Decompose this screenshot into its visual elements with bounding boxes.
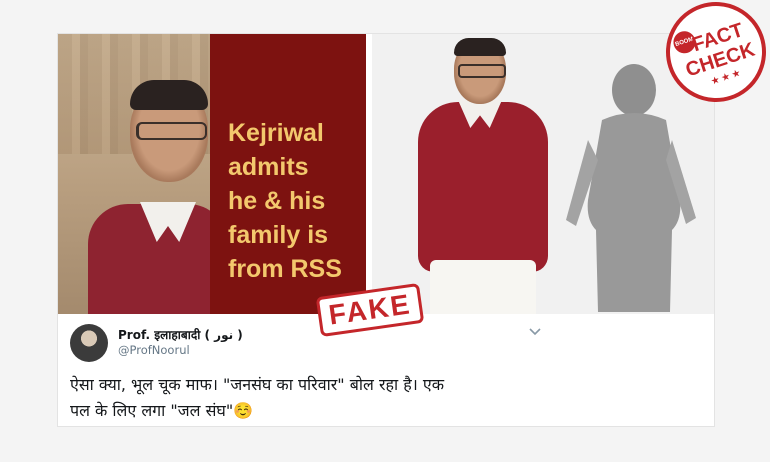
interview-photo [58, 34, 210, 314]
fake-label: FAKE [326, 288, 414, 331]
man-glasses [458, 64, 506, 78]
caption-line: family is [228, 221, 329, 249]
caption-line: Kejriwal [228, 119, 324, 147]
caption-line: admits [228, 153, 309, 181]
glasses [136, 122, 207, 140]
caption-line: from RSS [228, 255, 342, 283]
caption-line: he & his [228, 187, 326, 215]
chevron-down-icon[interactable] [528, 326, 542, 338]
caption-text: Kejriwal admits he & his family is from … [228, 116, 378, 286]
standing-photo [372, 34, 714, 314]
hair [130, 80, 208, 110]
caption-panel: Kejriwal admits he & his family is from … [210, 34, 366, 314]
tweet-text: ऐसा क्या, भूल चूक माफ। "जनसंघ का परिवार"… [70, 372, 590, 424]
tweet-text-line: पल के लिए लगा "जल संघ"☺️ [70, 401, 254, 420]
man-trousers [430, 260, 536, 314]
man-hair [454, 38, 506, 56]
man-sweater [418, 102, 548, 272]
tweet-text-line: ऐसा क्या, भूल चूक माफ। "जनसंघ का परिवार"… [70, 375, 445, 394]
avatar[interactable] [70, 324, 108, 362]
tweet-display-name[interactable]: Prof. इलाहाबादी ( نور ) [118, 326, 243, 343]
tweet-handle[interactable]: @ProfNoorul [118, 343, 190, 357]
